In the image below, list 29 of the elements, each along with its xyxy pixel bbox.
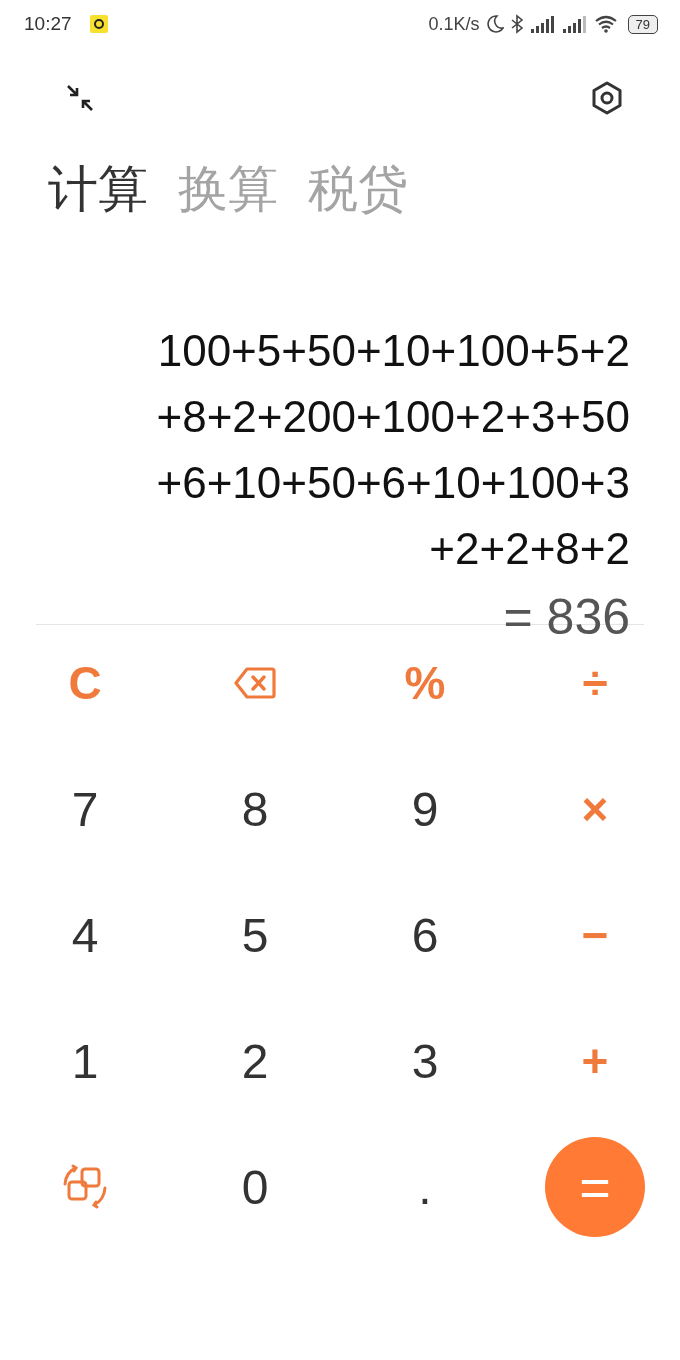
wifi-icon: [593, 15, 618, 33]
settings-icon[interactable]: [590, 81, 624, 115]
collapse-icon[interactable]: [66, 84, 94, 112]
status-time: 10:27: [24, 13, 72, 35]
digit-key[interactable]: 9: [401, 781, 449, 837]
signal-icon: [561, 15, 588, 33]
digit-key[interactable]: 8: [231, 781, 279, 837]
expression-line: +8+2+200+100+2+3+50: [156, 391, 630, 443]
digit-key[interactable]: 1: [61, 1033, 109, 1089]
battery-indicator: 79: [627, 14, 658, 34]
expression-line: +2+2+8+2: [429, 523, 630, 575]
digit-key[interactable]: 5: [231, 907, 279, 963]
digit-key[interactable]: 7: [61, 781, 109, 837]
notification-icon: [89, 15, 108, 33]
digit-key[interactable]: .: [408, 1159, 442, 1215]
digit-key[interactable]: 2: [231, 1033, 279, 1089]
digit-key[interactable]: 0: [231, 1159, 279, 1215]
digit-key[interactable]: 3: [401, 1033, 449, 1089]
bluetooth-icon: [509, 14, 524, 34]
result-text: = 836: [503, 588, 630, 647]
digit-key[interactable]: 4: [61, 907, 109, 963]
backspace-icon[interactable]: [234, 667, 276, 699]
digit-key[interactable]: 6: [401, 907, 449, 963]
mode-tab[interactable]: 计算: [48, 155, 148, 223]
expression-line: +6+10+50+6+10+100+3: [156, 457, 630, 509]
signal-icon: [529, 15, 556, 33]
expression-line: 100+5+50+10+100+5+2: [157, 325, 630, 377]
moon-icon: [485, 14, 504, 34]
network-speed: 0.1K/s: [428, 13, 480, 35]
